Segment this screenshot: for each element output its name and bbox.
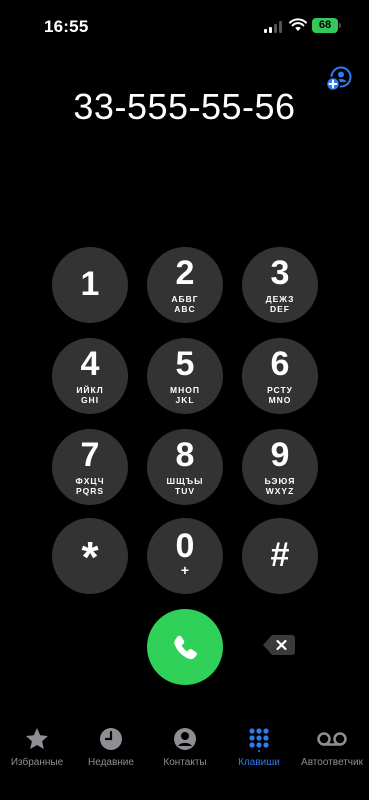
key-digit: 8 [175, 436, 195, 474]
tab-label: Контакты [163, 757, 207, 768]
key-star[interactable]: * [52, 518, 128, 594]
key-letters-cyrillic: АБВГ [171, 294, 199, 304]
person-icon [174, 728, 196, 750]
key-1[interactable]: 1 [52, 247, 128, 323]
key-letters-cyrillic: ДЕЖЗ [265, 294, 295, 304]
key-6[interactable]: 6 РСТУ MNO [242, 338, 318, 414]
key-3[interactable]: 3 ДЕЖЗ DEF [242, 247, 318, 323]
key-digit: # [270, 536, 290, 574]
tab-keypad[interactable]: Клавиши [222, 720, 296, 768]
key-digit: 4 [80, 345, 100, 383]
key-plus: + [180, 562, 190, 578]
key-digit: 9 [270, 436, 290, 474]
key-digit: * [81, 533, 99, 582]
key-5[interactable]: 5 МНОП JKL [147, 338, 223, 414]
key-4[interactable]: 4 ИЙКЛ GHI [52, 338, 128, 414]
key-digit: 5 [175, 345, 195, 383]
key-letters-latin: MNO [268, 395, 292, 405]
key-digit: 6 [270, 345, 290, 383]
voicemail-icon [317, 732, 347, 746]
tab-label: Автоответчик [301, 757, 363, 768]
key-letters-cyrillic: ШЩЪЫ [166, 476, 204, 486]
backspace-icon[interactable] [262, 634, 296, 656]
key-2[interactable]: 2 АБВГ ABC [147, 247, 223, 323]
key-letters-cyrillic: ИЙКЛ [76, 385, 104, 395]
star-icon [26, 728, 48, 749]
tab-contacts[interactable]: Контакты [148, 720, 222, 768]
key-8[interactable]: 8 ШЩЪЫ TUV [147, 429, 223, 505]
tab-favorites[interactable]: Избранные [0, 720, 74, 768]
tab-label: Избранные [10, 757, 64, 768]
tab-label: Недавние [88, 757, 134, 768]
key-digit: 3 [270, 254, 290, 292]
call-button[interactable] [147, 609, 223, 685]
key-9[interactable]: 9 ЬЭЮЯ WXYZ [242, 429, 318, 505]
key-digit: 2 [175, 254, 195, 292]
key-letters-latin: ABC [174, 304, 196, 314]
tab-bar: Избранные Недавние Контакты Клавиши Авто… [0, 720, 369, 800]
tab-recents[interactable]: Недавние [74, 720, 148, 768]
key-digit: 0 [175, 527, 195, 565]
battery-icon: 68 [312, 18, 338, 33]
status-time: 16:55 [44, 17, 89, 36]
battery-tip [339, 23, 341, 28]
clock-icon [100, 728, 122, 750]
key-letters-cyrillic: ЬЭЮЯ [264, 476, 296, 486]
key-letters-latin: GHI [80, 395, 100, 405]
wifi-icon [289, 18, 307, 31]
cellular-signal-icon [264, 21, 284, 33]
phone-icon [174, 635, 197, 660]
key-hash[interactable]: # [242, 518, 318, 594]
key-letters-latin: WXYZ [265, 486, 295, 496]
tab-label: Клавиши [238, 757, 280, 768]
key-letters-cyrillic: РСТУ [267, 385, 293, 395]
key-7[interactable]: 7 ФХЦЧ PQRS [52, 429, 128, 505]
key-letters-cyrillic: МНОП [170, 385, 200, 395]
key-0[interactable]: 0 + [147, 518, 223, 594]
key-letters-cyrillic: ФХЦЧ [75, 476, 105, 486]
key-letters-latin: PQRS [75, 486, 105, 496]
key-letters-latin: DEF [270, 304, 290, 314]
dialed-number: 33-555-55-56 [73, 86, 296, 127]
keypad-icon [249, 728, 269, 752]
status-bar: 16:55 68 [0, 0, 369, 52]
key-letters-latin: TUV [175, 486, 195, 496]
key-letters-latin: JKL [175, 395, 195, 405]
tab-voicemail[interactable]: Автоответчик [295, 720, 369, 768]
key-digit: 7 [80, 436, 100, 474]
key-digit: 1 [80, 265, 100, 303]
